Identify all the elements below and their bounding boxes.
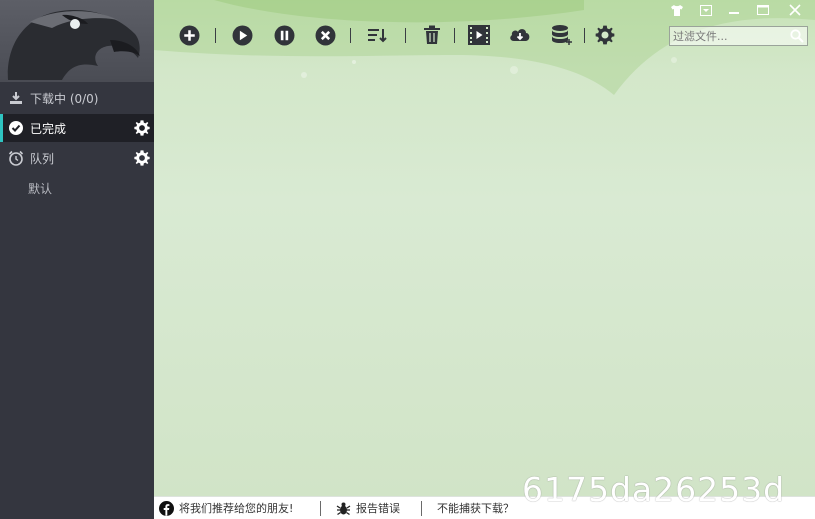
queue-default-item[interactable]: 默认: [28, 180, 52, 197]
search-icon[interactable]: [790, 29, 804, 43]
sidebar: 下载中 (0/0) 已完成 队列 默认: [0, 0, 154, 519]
report-label: 报告错误: [356, 502, 400, 515]
sidebar-item-completed[interactable]: 已完成: [0, 114, 154, 142]
recommend-label: 将我们推荐给您的朋友!: [179, 502, 294, 515]
menu-dropdown-icon[interactable]: [697, 3, 715, 17]
filter-input[interactable]: [670, 27, 785, 45]
filter-box: [669, 26, 808, 46]
add-icon[interactable]: [178, 24, 200, 46]
bug-icon: [336, 501, 351, 516]
sort-icon[interactable]: [366, 24, 388, 46]
sidebar-item-label: 队列: [30, 151, 55, 166]
facebook-icon: [159, 500, 174, 516]
cannot-capture-link[interactable]: 不能捕获下载？: [437, 497, 514, 519]
play-icon[interactable]: [231, 24, 253, 46]
sidebar-item-downloading[interactable]: 下载中 (0/0): [0, 84, 154, 112]
video-icon[interactable]: [468, 24, 490, 46]
watermark: 6175da26253d: [522, 470, 786, 509]
minimize-icon[interactable]: [725, 3, 743, 17]
download-list-area[interactable]: [154, 0, 815, 496]
stop-icon[interactable]: [314, 24, 336, 46]
completed-settings-gear-icon[interactable]: [133, 119, 151, 137]
eagle-logo: [0, 0, 154, 82]
cloud-download-icon[interactable]: [509, 24, 531, 46]
skin-icon[interactable]: [668, 3, 686, 17]
sidebar-item-label: 已完成: [30, 121, 67, 136]
pause-icon[interactable]: [273, 24, 295, 46]
sidebar-item-label: 下载中 (0/0): [30, 91, 99, 106]
download-icon: [8, 90, 24, 106]
settings-icon[interactable]: [594, 24, 616, 46]
report-bug-link[interactable]: 报告错误: [336, 497, 400, 519]
recommend-link[interactable]: 将我们推荐给您的朋友!: [159, 497, 293, 519]
close-icon[interactable]: [786, 3, 804, 17]
trash-icon[interactable]: [421, 24, 443, 46]
maximize-icon[interactable]: [754, 3, 772, 17]
queue-settings-gear-icon[interactable]: [133, 149, 151, 167]
alarm-clock-icon: [8, 150, 24, 166]
sidebar-item-queue[interactable]: 队列: [0, 144, 154, 172]
check-circle-icon: [8, 120, 24, 136]
database-icon[interactable]: [550, 24, 572, 46]
leaf-background: [154, 0, 815, 95]
